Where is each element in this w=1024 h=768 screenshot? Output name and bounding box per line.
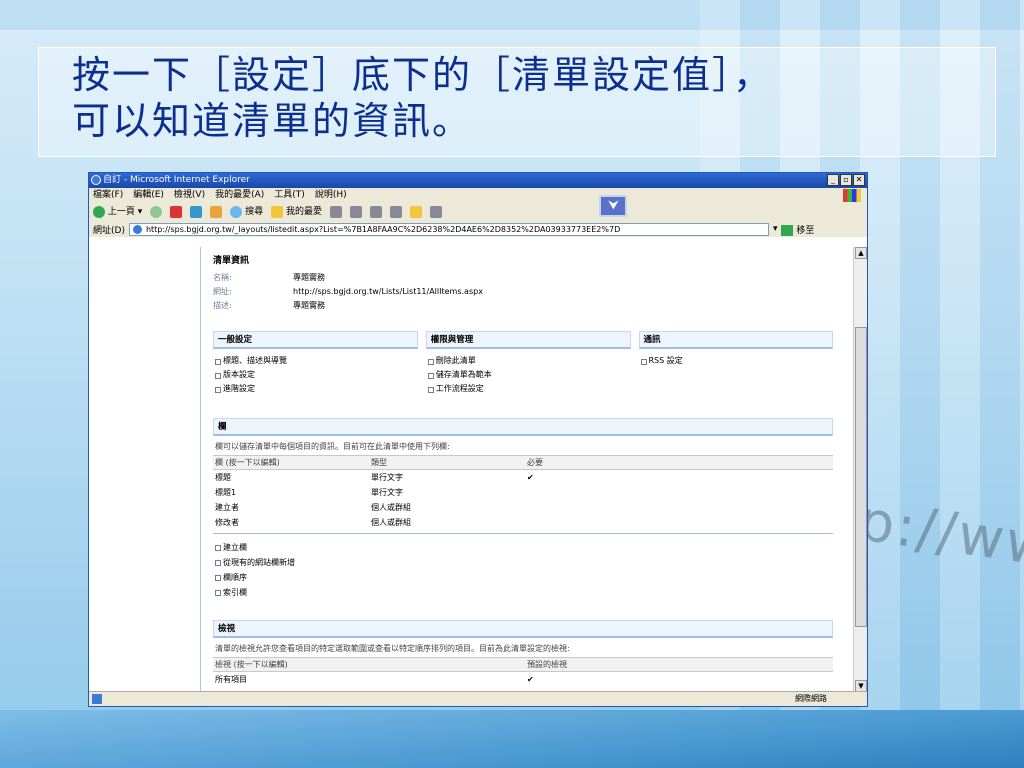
views-header: 檢視 [213,620,833,638]
table-divider [213,530,833,534]
link-column-ordering[interactable]: 欄順序 [213,570,833,585]
menu-file[interactable]: 檔案(F) [93,188,123,203]
windows-logo-icon [843,189,861,202]
back-button[interactable]: 上一頁 ▾ [93,203,142,221]
link-save-as-template[interactable]: 儲存清單為範本 [426,368,631,382]
link-rss-settings[interactable]: RSS 設定 [639,354,834,368]
slide-title: 按一下［設定］底下的［清單設定值］， 可以知道清單的資訊。 [72,52,972,144]
table-row[interactable]: 標題1 單行文字 [213,485,833,500]
vertical-scrollbar[interactable]: ▲ ▼ [853,247,867,692]
security-zone: 網際網路 [795,694,827,703]
window-title: 自訂 - Microsoft Internet Explorer [103,175,250,185]
star-icon [271,205,284,218]
link-indexed-columns[interactable]: 索引欄 [213,585,833,600]
column-links: 建立欄 從現有的網站欄新增 欄順序 索引欄 [213,540,833,600]
left-navigation-pane [89,247,201,692]
list-info-row: 網址: http://sps.bgjd.org.tw/Lists/List11/A… [213,287,483,296]
views-table: 檢視 (按一下以編輯) 預設的檢視 所有項目 ✔ [213,657,833,687]
stop-icon[interactable] [170,206,183,218]
scroll-thumb[interactable] [855,327,867,627]
general-settings-header: 一般設定 [213,331,418,349]
columns-table-header: 欄 (按一下以編輯) 類型 必要 [213,455,833,470]
required-check-icon: ✔ [527,473,534,482]
folder-icon[interactable] [410,206,423,218]
refresh-icon[interactable] [190,206,203,218]
menu-bar: 檔案(F) 編輯(E) 檢視(V) 我的最愛(A) 工具(T) 說明(H) [89,188,867,203]
link-delete-list[interactable]: 刪除此清單 [426,354,631,368]
columns-description: 欄可以儲存清單中每個項目的資訊。目前可在此清單中使用下列欄: [215,442,450,451]
settings-columns: 一般設定 標題、描述與導覽 版本設定 進階設定 權限與管理 刪除此清單 儲存清單… [213,331,834,396]
table-row[interactable]: 修改者 個人或群組 [213,515,833,530]
menu-view[interactable]: 檢視(V) [174,188,205,203]
collapse-arrow-icon[interactable] [599,195,627,217]
history-icon[interactable] [330,206,343,218]
columns-section: 欄 欄可以儲存清單中每個項目的資訊。目前可在此清單中使用下列欄: 欄 (按一下以… [213,418,833,600]
list-settings-main: 清單資訊 名稱: 專題實務 網址: http://sps.bgjd.org.tw/L… [213,253,834,687]
link-add-from-site-columns[interactable]: 從現有的網站欄新增 [213,555,833,570]
permissions-management: 權限與管理 刪除此清單 儲存清單為範本 工作流程設定 [425,331,631,396]
go-button[interactable]: 移至 [781,223,814,236]
slide-title-line2: 可以知道清單的資訊。 [72,99,473,143]
table-row[interactable]: 所有項目 ✔ [213,672,833,688]
minimize-icon[interactable]: _ [827,174,839,186]
print-icon[interactable] [370,206,383,218]
menu-tools[interactable]: 工具(T) [274,188,305,203]
link-advanced-settings[interactable]: 進階設定 [213,382,418,396]
ie-icon [91,175,101,185]
views-description: 清單的檢視允許您查看項目的特定選取範圍或查看以特定順序排列的項目。目前為此清單設… [215,644,570,653]
edit-icon[interactable] [390,206,403,218]
browser-titlebar: 自訂 - Microsoft Internet Explorer _ ▫ ✕ [89,173,867,188]
permissions-header: 權限與管理 [425,331,631,349]
scroll-up-icon[interactable]: ▲ [855,247,867,259]
menu-help[interactable]: 說明(H) [315,188,347,203]
link-versioning-settings[interactable]: 版本設定 [213,368,418,382]
link-create-column[interactable]: 建立欄 [213,540,833,555]
default-view-check-icon: ✔ [527,675,534,684]
table-row[interactable]: 建立者 個人或群組 [213,500,833,515]
address-bar: 網址(D) http://sps.bgjd.org.tw/_layouts/li… [89,221,867,237]
favorites-button[interactable]: 我的最愛 [271,203,322,221]
go-arrow-icon [781,224,794,236]
slide-title-line1: 按一下［設定］底下的［清單設定值］， [72,53,774,97]
maximize-icon[interactable]: ▫ [840,174,852,186]
address-dropdown-icon[interactable]: ▾ [773,224,778,234]
search-icon [230,205,243,218]
list-info-title: 清單資訊 [213,256,250,266]
menu-edit[interactable]: 編輯(E) [133,188,164,203]
link-title-description-navigation[interactable]: 標題、描述與導覽 [213,354,418,368]
browser-window: 自訂 - Microsoft Internet Explorer _ ▫ ✕ 檔… [88,172,868,707]
address-label: 網址(D) [93,225,125,236]
mail-icon[interactable] [350,206,363,218]
views-table-header: 檢視 (按一下以編輯) 預設的檢視 [213,657,833,672]
page-status-icon [92,694,102,704]
tools-icon[interactable] [430,206,443,218]
communications-header: 通訊 [638,331,834,349]
table-row[interactable]: 標題 單行文字 ✔ [213,470,833,486]
views-section: 檢視 清單的檢視允許您查看項目的特定選取範圍或查看以特定順序排列的項目。目前為此… [213,620,833,687]
search-button[interactable]: 搜尋 [230,203,263,221]
menu-favorites[interactable]: 我的最愛(A) [215,188,264,203]
columns-table: 欄 (按一下以編輯) 類型 必要 標題 單行文字 ✔ 標題1 單行文字 建立者 個人或群… [213,455,833,530]
page-content: 清單資訊 名稱: 專題實務 網址: http://sps.bgjd.org.tw/L… [89,247,855,692]
close-icon[interactable]: ✕ [853,174,865,186]
forward-icon[interactable] [150,206,163,218]
link-workflow-settings[interactable]: 工作流程設定 [426,382,631,396]
list-info-row: 名稱: 專題實務 [213,273,325,282]
back-icon [93,205,105,218]
communications: 通訊 RSS 設定 [638,331,834,396]
general-settings: 一般設定 標題、描述與導覽 版本設定 進階設定 [213,331,418,396]
address-input[interactable]: http://sps.bgjd.org.tw/_layouts/listedit… [128,222,769,236]
columns-header: 欄 [213,418,833,436]
background-waves [0,710,1024,768]
home-icon[interactable] [210,206,223,218]
list-info-row: 描述: 專題實務 [213,301,325,310]
toolbar: 上一頁 ▾ 搜尋 我的最愛 [89,203,867,221]
status-bar: 網際網路 [89,691,867,706]
